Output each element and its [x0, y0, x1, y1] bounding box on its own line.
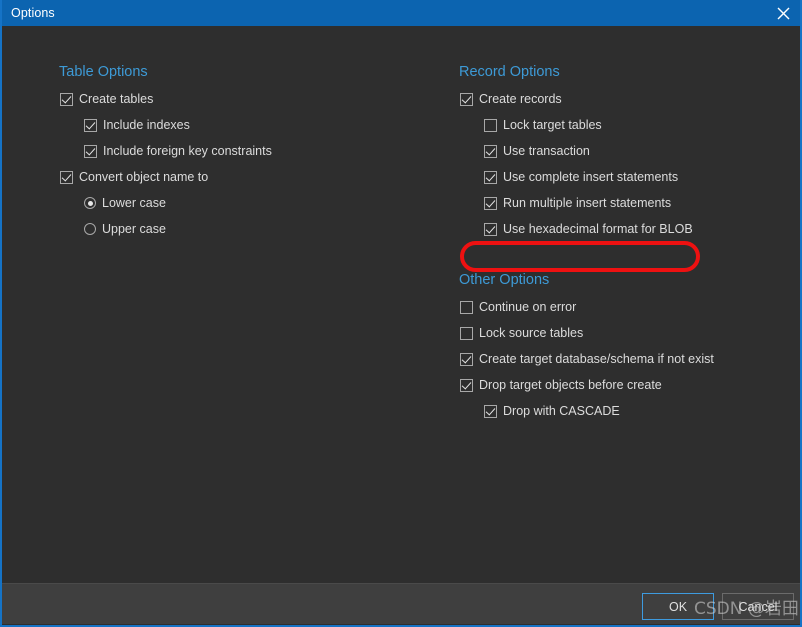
- checkbox-drop-with-cascade[interactable]: Drop with CASCADE: [484, 404, 620, 418]
- checkbox-use-transaction[interactable]: Use transaction: [484, 144, 590, 158]
- checkbox-icon: [460, 92, 473, 106]
- checkbox-include-indexes[interactable]: Include indexes: [84, 118, 190, 132]
- checkbox-run-multiple-insert-statements[interactable]: Run multiple insert statements: [484, 196, 671, 210]
- checkbox-icon: [460, 300, 473, 314]
- checkbox-use-complete-insert-statements[interactable]: Use complete insert statements: [484, 170, 678, 184]
- radio-icon: [84, 197, 96, 209]
- option-label: Use hexadecimal format for BLOB: [503, 222, 693, 236]
- option-label: Use transaction: [503, 144, 590, 158]
- option-label: Continue on error: [479, 300, 577, 314]
- checkbox-convert-object-name-to[interactable]: Convert object name to: [60, 170, 208, 184]
- option-label: Lock target tables: [503, 118, 602, 132]
- radio-lower-case[interactable]: Lower case: [84, 196, 166, 210]
- checkbox-icon: [460, 326, 473, 340]
- highlight-annotation-rectangle: [460, 241, 700, 272]
- option-label: Include foreign key constraints: [103, 144, 272, 158]
- option-label: Lower case: [102, 196, 166, 210]
- checkbox-create-records[interactable]: Create records: [460, 92, 562, 106]
- checkbox-create-tables[interactable]: Create tables: [60, 92, 153, 106]
- checkbox-icon: [84, 144, 97, 158]
- checkbox-lock-source-tables[interactable]: Lock source tables: [460, 326, 583, 340]
- option-label: Include indexes: [103, 118, 190, 132]
- title-bar: Options: [2, 0, 800, 26]
- checkbox-icon: [484, 404, 497, 418]
- checkbox-icon: [460, 352, 473, 366]
- option-label: Use complete insert statements: [503, 170, 679, 184]
- option-label: Create tables: [79, 92, 154, 106]
- option-label: Lock source tables: [479, 326, 584, 340]
- checkbox-include-foreign-key-constraints[interactable]: Include foreign key constraints: [84, 144, 272, 158]
- checkbox-icon: [484, 222, 497, 236]
- option-label: Create records: [479, 92, 562, 106]
- section-title-other-options: Other Options: [459, 272, 550, 288]
- options-dialog-window: Options Table Options Create tables Incl…: [0, 0, 802, 627]
- close-icon[interactable]: [762, 0, 800, 26]
- radio-upper-case[interactable]: Upper case: [84, 222, 166, 236]
- checkbox-icon: [460, 378, 473, 392]
- checkbox-icon: [484, 118, 497, 132]
- option-label: Drop with CASCADE: [503, 404, 620, 418]
- checkbox-icon: [484, 144, 497, 158]
- checkbox-lock-target-tables[interactable]: Lock target tables: [484, 118, 602, 132]
- checkbox-icon: [484, 196, 497, 210]
- checkbox-continue-on-error[interactable]: Continue on error: [460, 300, 576, 314]
- cancel-button[interactable]: Cancel: [722, 593, 794, 620]
- checkbox-icon: [60, 92, 73, 106]
- dialog-content: Table Options Create tables Include inde…: [2, 26, 800, 583]
- checkbox-use-hexadecimal-format-for-blob[interactable]: Use hexadecimal format for BLOB: [484, 222, 693, 236]
- checkbox-icon: [484, 170, 497, 184]
- section-title-record-options: Record Options: [459, 64, 560, 80]
- option-label: Convert object name to: [79, 170, 209, 184]
- option-label: Upper case: [102, 222, 166, 236]
- option-label: Create target database/schema if not exi…: [479, 352, 714, 366]
- ok-button[interactable]: OK: [642, 593, 714, 620]
- window-title: Options: [11, 6, 55, 20]
- option-label: Drop target objects before create: [479, 378, 662, 392]
- radio-icon: [84, 223, 96, 235]
- section-title-table-options: Table Options: [59, 64, 148, 80]
- checkbox-icon: [84, 118, 97, 132]
- checkbox-icon: [60, 170, 73, 184]
- checkbox-create-target-database-schema-if-not-exist[interactable]: Create target database/schema if not exi…: [460, 352, 714, 366]
- option-label: Run multiple insert statements: [503, 196, 672, 210]
- checkbox-drop-target-objects-before-create[interactable]: Drop target objects before create: [460, 378, 662, 392]
- dialog-footer: OK Cancel: [2, 583, 800, 624]
